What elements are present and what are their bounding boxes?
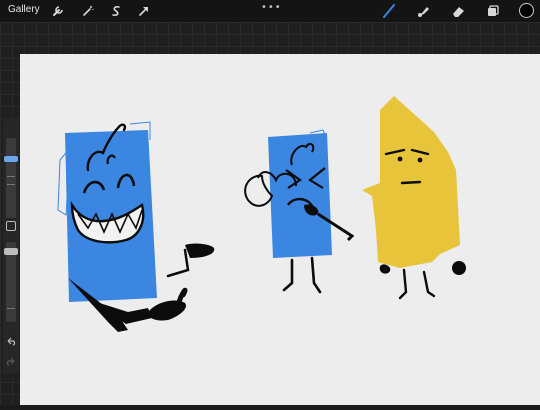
character-blue-large <box>57 121 215 332</box>
brush-size-knob[interactable] <box>4 156 18 162</box>
artwork <box>57 96 466 332</box>
color-picker-button[interactable] <box>519 3 534 18</box>
selection-s-icon[interactable] <box>108 3 124 19</box>
magic-wand-icon[interactable] <box>80 3 96 19</box>
opacity-knob[interactable] <box>4 248 18 255</box>
opacity-slider[interactable] <box>4 242 18 322</box>
slider-tick <box>7 176 15 177</box>
transform-arrow-icon[interactable] <box>136 3 152 19</box>
slider-tick <box>7 184 15 185</box>
eraser-icon[interactable] <box>450 3 466 19</box>
undo-icon[interactable] <box>5 336 17 348</box>
more-options-button[interactable]: ••• <box>261 2 282 13</box>
gallery-button[interactable]: Gallery <box>8 4 40 15</box>
redo-icon[interactable] <box>5 356 17 368</box>
left-sidebar <box>3 118 19 374</box>
brush-icon[interactable] <box>381 3 397 19</box>
wrench-icon[interactable] <box>50 3 66 19</box>
modify-button[interactable] <box>6 221 16 231</box>
smudge-icon[interactable] <box>415 3 431 19</box>
layers-icon[interactable] <box>485 3 501 19</box>
brush-size-slider[interactable] <box>4 138 18 218</box>
character-blue-small <box>244 129 355 294</box>
character-yellow <box>362 96 466 300</box>
drawing-canvas[interactable] <box>20 54 540 405</box>
slider-tick <box>7 308 15 309</box>
top-toolbar: Gallery ••• <box>0 0 540 22</box>
